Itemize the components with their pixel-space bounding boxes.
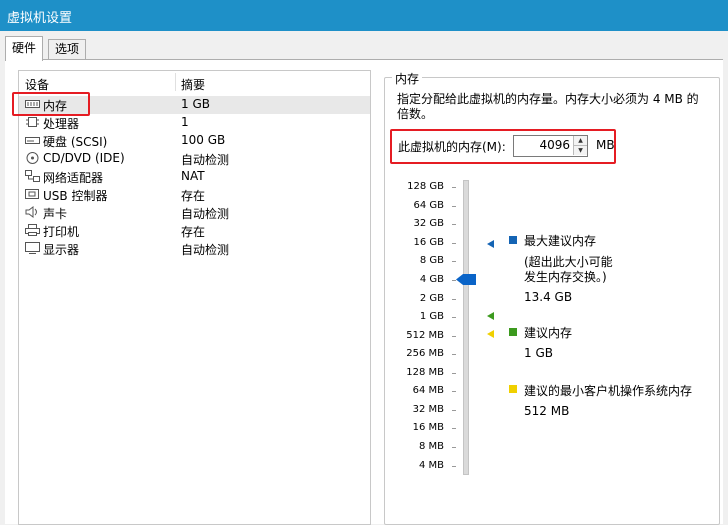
scale-tick (452, 187, 456, 188)
scale-tick (452, 373, 456, 374)
min-recommended-value: 512 MB (524, 404, 570, 418)
device-row-printer[interactable]: 打印机 存在 (19, 222, 370, 240)
scale-tick (452, 243, 456, 244)
max-recommended-note-line2: 发生内存交换。) (524, 270, 607, 284)
scale-label: 128 MB (406, 367, 444, 378)
scale-label: 8 GB (419, 255, 444, 266)
device-name: 打印机 (43, 225, 80, 239)
scale-label: 16 GB (413, 237, 444, 248)
scale-tick (452, 280, 456, 281)
sound-card-icon (25, 206, 40, 218)
scale-tick (452, 447, 456, 448)
device-list-header: 设备 摘要 (19, 71, 370, 93)
scale-label: 4 MB (418, 460, 444, 471)
device-name: CD/DVD (IDE) (43, 151, 125, 165)
highlight-box-memory-field (390, 129, 616, 164)
max-recommended-title: 最大建议内存 (524, 234, 597, 248)
recommended-title: 建议内存 (524, 326, 573, 340)
scale-label: 4 GB (419, 274, 444, 285)
scale-label: 32 GB (413, 218, 444, 229)
device-summary: NAT (181, 169, 205, 183)
scale-label: 512 MB (406, 330, 444, 341)
device-summary: 1 GB (181, 97, 210, 111)
scale-label: 2 GB (419, 293, 444, 304)
network-adapter-icon (25, 170, 40, 182)
processor-icon (25, 116, 40, 128)
scale-tick (452, 299, 456, 300)
scale-label: 128 GB (407, 181, 444, 192)
device-name: 硬盘 (SCSI) (43, 135, 108, 149)
scale-tick (452, 336, 456, 337)
device-row-cd-dvd[interactable]: CD/DVD (IDE) 自动检测 (19, 150, 370, 168)
device-name: USB 控制器 (43, 189, 108, 203)
scale-tick (452, 206, 456, 207)
scale-tick (452, 261, 456, 262)
device-row-usb-controller[interactable]: USB 控制器 存在 (19, 186, 370, 204)
scale-tick (452, 466, 456, 467)
column-header-device[interactable]: 设备 (25, 76, 49, 93)
device-summary: 存在 (181, 189, 206, 203)
device-summary: 自动检测 (181, 153, 230, 167)
recommended-legend-icon (509, 328, 517, 336)
scale-label: 64 GB (413, 200, 444, 211)
scale-tick (452, 428, 456, 429)
cd-dvd-icon (25, 152, 40, 164)
hard-disk-icon (25, 134, 40, 146)
max-recommended-legend-icon (509, 236, 517, 244)
scale-label: 32 MB (412, 404, 444, 415)
scale-label: 8 MB (418, 441, 444, 452)
tab-hardware[interactable]: 硬件 (5, 36, 44, 61)
tab-options[interactable]: 选项 (48, 39, 87, 60)
recommended-value: 1 GB (524, 346, 553, 360)
window-title: 虚拟机设置 (7, 11, 73, 26)
tab-strip: 硬件 选项 (0, 31, 728, 61)
device-summary: 自动检测 (181, 207, 230, 221)
device-name: 显示器 (43, 243, 80, 257)
device-list[interactable]: 设备 摘要 内存 1 GB 处理器 1 硬盘 (SCSI) 100 GB CD/… (18, 70, 371, 525)
highlight-box-memory-row (12, 92, 90, 116)
device-row-sound-card[interactable]: 声卡 自动检测 (19, 204, 370, 222)
usb-controller-icon (25, 188, 40, 200)
device-row-processor[interactable]: 处理器 1 (19, 114, 370, 132)
scale-label: 1 GB (419, 311, 444, 322)
device-summary: 存在 (181, 225, 206, 239)
min-recommended-marker-icon (487, 330, 494, 338)
min-recommended-title: 建议的最小客户机操作系统内存 (524, 384, 693, 398)
display-icon (25, 242, 40, 254)
scale-label: 256 MB (406, 348, 444, 359)
memory-slider-track[interactable] (463, 180, 469, 475)
scale-tick (452, 224, 456, 225)
scale-tick (452, 410, 456, 411)
device-name: 声卡 (43, 207, 68, 221)
column-header-summary[interactable]: 摘要 (181, 76, 205, 93)
device-row-network-adapter[interactable]: 网络适配器 NAT (19, 168, 370, 186)
device-name: 网络适配器 (43, 171, 104, 185)
memory-description: 指定分配给此虚拟机的内存量。内存大小必须为 4 MB 的倍数。 (397, 92, 699, 121)
device-row-display[interactable]: 显示器 自动检测 (19, 240, 370, 258)
printer-icon (25, 224, 40, 236)
column-divider (175, 73, 176, 91)
device-name: 处理器 (43, 117, 80, 131)
recommended-marker-icon (487, 312, 494, 320)
device-row-hard-disk[interactable]: 硬盘 (SCSI) 100 GB (19, 132, 370, 150)
max-recommended-marker-icon (487, 240, 494, 248)
device-summary: 1 (181, 115, 189, 129)
scale-tick (452, 317, 456, 318)
scale-label: 16 MB (412, 422, 444, 433)
min-recommended-legend-icon (509, 385, 517, 393)
max-recommended-note-line1: (超出此大小可能 (524, 255, 613, 269)
device-summary: 100 GB (181, 133, 226, 147)
device-summary: 自动检测 (181, 243, 230, 257)
title-bar: 虚拟机设置 (0, 0, 728, 31)
scale-tick (452, 391, 456, 392)
memory-group-title: 内存 (392, 70, 423, 87)
max-recommended-value: 13.4 GB (524, 290, 573, 304)
scale-label: 64 MB (412, 385, 444, 396)
scale-tick (452, 354, 456, 355)
